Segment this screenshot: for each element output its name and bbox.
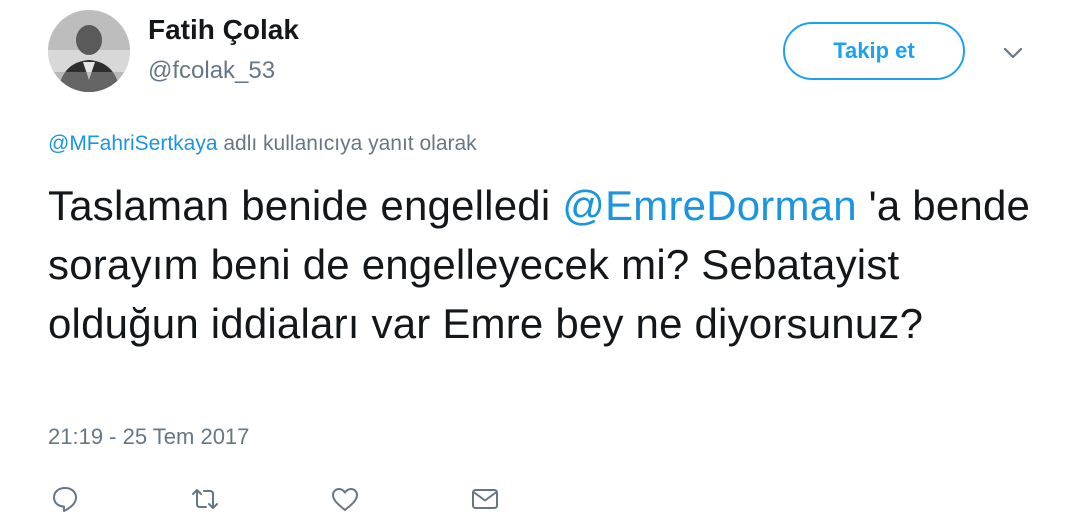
reply-context-text: adlı kullanıcıya yanıt olarak bbox=[217, 132, 477, 155]
tweet-text: Taslaman benide engelledi @EmreDorman 'a… bbox=[48, 176, 1048, 353]
tweet-text-part1: Taslaman benide engelledi bbox=[48, 182, 563, 229]
heart-icon[interactable] bbox=[330, 484, 360, 514]
author-name[interactable]: Fatih Çolak bbox=[148, 14, 299, 46]
message-icon[interactable] bbox=[470, 484, 500, 514]
reply-context: @MFahriSertkaya adlı kullanıcıya yanıt o… bbox=[48, 132, 477, 156]
reply-mention-link[interactable]: @MFahriSertkaya bbox=[48, 132, 218, 155]
avatar-photo bbox=[48, 10, 130, 92]
avatar[interactable] bbox=[48, 10, 130, 92]
follow-button[interactable]: Takip et bbox=[783, 22, 965, 80]
tweet-timestamp[interactable]: 21:19 - 25 Tem 2017 bbox=[48, 424, 249, 450]
author-handle[interactable]: @fcolak_53 bbox=[148, 57, 275, 85]
reply-icon[interactable] bbox=[50, 484, 80, 514]
tweet-mention-link[interactable]: @EmreDorman bbox=[562, 182, 857, 229]
retweet-icon[interactable] bbox=[190, 484, 220, 514]
chevron-down-icon[interactable] bbox=[1000, 40, 1026, 66]
